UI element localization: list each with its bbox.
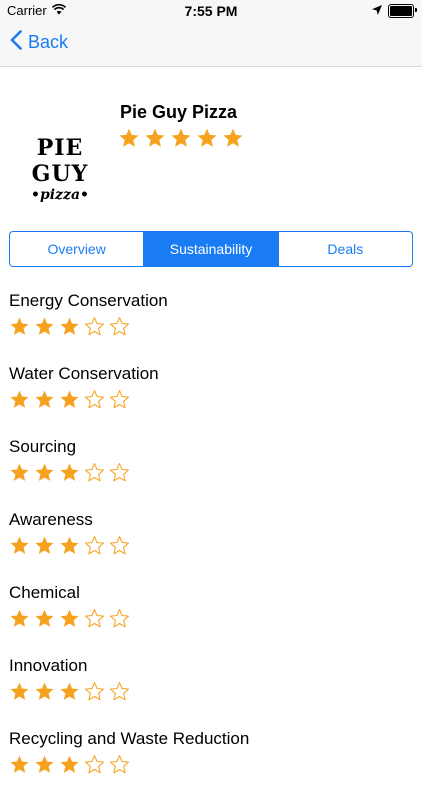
battery-fill xyxy=(390,5,412,16)
rating-label: Recycling and Waste Reduction xyxy=(9,729,250,748)
star-empty-icon xyxy=(84,608,105,629)
star-filled-icon xyxy=(9,316,30,337)
star-empty-icon xyxy=(84,535,105,556)
star-filled-icon xyxy=(34,608,55,629)
rating-item: Water Conservation xyxy=(9,363,413,436)
star-filled-icon xyxy=(59,462,80,483)
back-button[interactable]: Back xyxy=(10,30,68,55)
rating-label: Energy Conservation xyxy=(9,291,168,310)
tab-overview[interactable]: Overview xyxy=(10,232,143,266)
star-filled-icon xyxy=(59,389,80,410)
star-filled-icon xyxy=(34,316,55,337)
star-empty-icon xyxy=(84,316,105,337)
rating-stars xyxy=(9,316,413,337)
star-filled-icon xyxy=(59,535,80,556)
restaurant-rating-stars xyxy=(118,127,244,149)
star-filled-icon xyxy=(144,127,166,149)
star-filled-icon xyxy=(9,608,30,629)
restaurant-name: Pie Guy Pizza xyxy=(120,102,238,122)
rating-label: Awareness xyxy=(9,510,93,529)
star-filled-icon xyxy=(9,535,30,556)
rating-item: Energy Conservation xyxy=(9,290,413,363)
star-empty-icon xyxy=(84,462,105,483)
star-filled-icon xyxy=(196,127,218,149)
star-filled-icon xyxy=(34,462,55,483)
star-filled-icon xyxy=(34,535,55,556)
star-filled-icon xyxy=(34,389,55,410)
logo-line-1: PIE GUY xyxy=(31,135,89,187)
star-filled-icon xyxy=(59,754,80,775)
star-empty-icon xyxy=(84,389,105,410)
star-filled-icon xyxy=(59,316,80,337)
rating-label: Chemical xyxy=(9,583,80,602)
star-empty-icon xyxy=(109,389,130,410)
star-filled-icon xyxy=(118,127,140,149)
restaurant-logo: PIE GUY •pizza• xyxy=(10,135,110,203)
rating-item: Innovation xyxy=(9,655,413,728)
star-empty-icon xyxy=(84,681,105,702)
rating-stars xyxy=(9,462,413,483)
location-arrow-icon xyxy=(372,3,382,18)
rating-item: Awareness xyxy=(9,509,413,582)
rating-label: Sourcing xyxy=(9,437,77,456)
battery-cap xyxy=(415,7,417,12)
star-filled-icon xyxy=(34,754,55,775)
rating-label: Water Conservation xyxy=(9,364,159,383)
tab-deals[interactable]: Deals xyxy=(277,232,412,266)
star-empty-icon xyxy=(109,535,130,556)
battery-icon xyxy=(388,3,417,18)
star-filled-icon xyxy=(9,754,30,775)
status-bar: Carrier 7:55 PM xyxy=(0,0,422,22)
navigation-bar: Back xyxy=(0,22,422,67)
rating-label: Innovation xyxy=(9,656,88,675)
rating-stars xyxy=(9,681,413,702)
rating-stars xyxy=(9,389,413,410)
star-empty-icon xyxy=(84,754,105,775)
star-filled-icon xyxy=(9,681,30,702)
logo-line-2: •pizza• xyxy=(31,187,89,203)
star-filled-icon xyxy=(59,608,80,629)
star-empty-icon xyxy=(109,681,130,702)
star-filled-icon xyxy=(9,462,30,483)
tab-sustainability[interactable]: Sustainability xyxy=(143,232,278,266)
star-filled-icon xyxy=(34,681,55,702)
star-empty-icon xyxy=(109,462,130,483)
star-filled-icon xyxy=(9,389,30,410)
rating-item: Sourcing xyxy=(9,436,413,509)
star-filled-icon xyxy=(170,127,192,149)
back-label: Back xyxy=(28,32,69,52)
star-empty-icon xyxy=(109,608,130,629)
rating-item: Chemical xyxy=(9,582,413,655)
star-empty-icon xyxy=(109,316,130,337)
rating-stars xyxy=(9,754,413,775)
segmented-control: Overview Sustainability Deals xyxy=(9,231,413,267)
star-filled-icon xyxy=(222,127,244,149)
rating-stars xyxy=(9,535,413,556)
star-filled-icon xyxy=(59,681,80,702)
rating-item: Recycling and Waste Reduction xyxy=(9,728,413,801)
rating-stars xyxy=(9,608,413,629)
chevron-left-icon xyxy=(10,30,22,55)
status-right xyxy=(372,3,417,18)
star-empty-icon xyxy=(109,754,130,775)
sustainability-ratings-list: Energy Conservation Water Conservation Sou… xyxy=(9,290,413,801)
clock: 7:55 PM xyxy=(184,3,238,19)
